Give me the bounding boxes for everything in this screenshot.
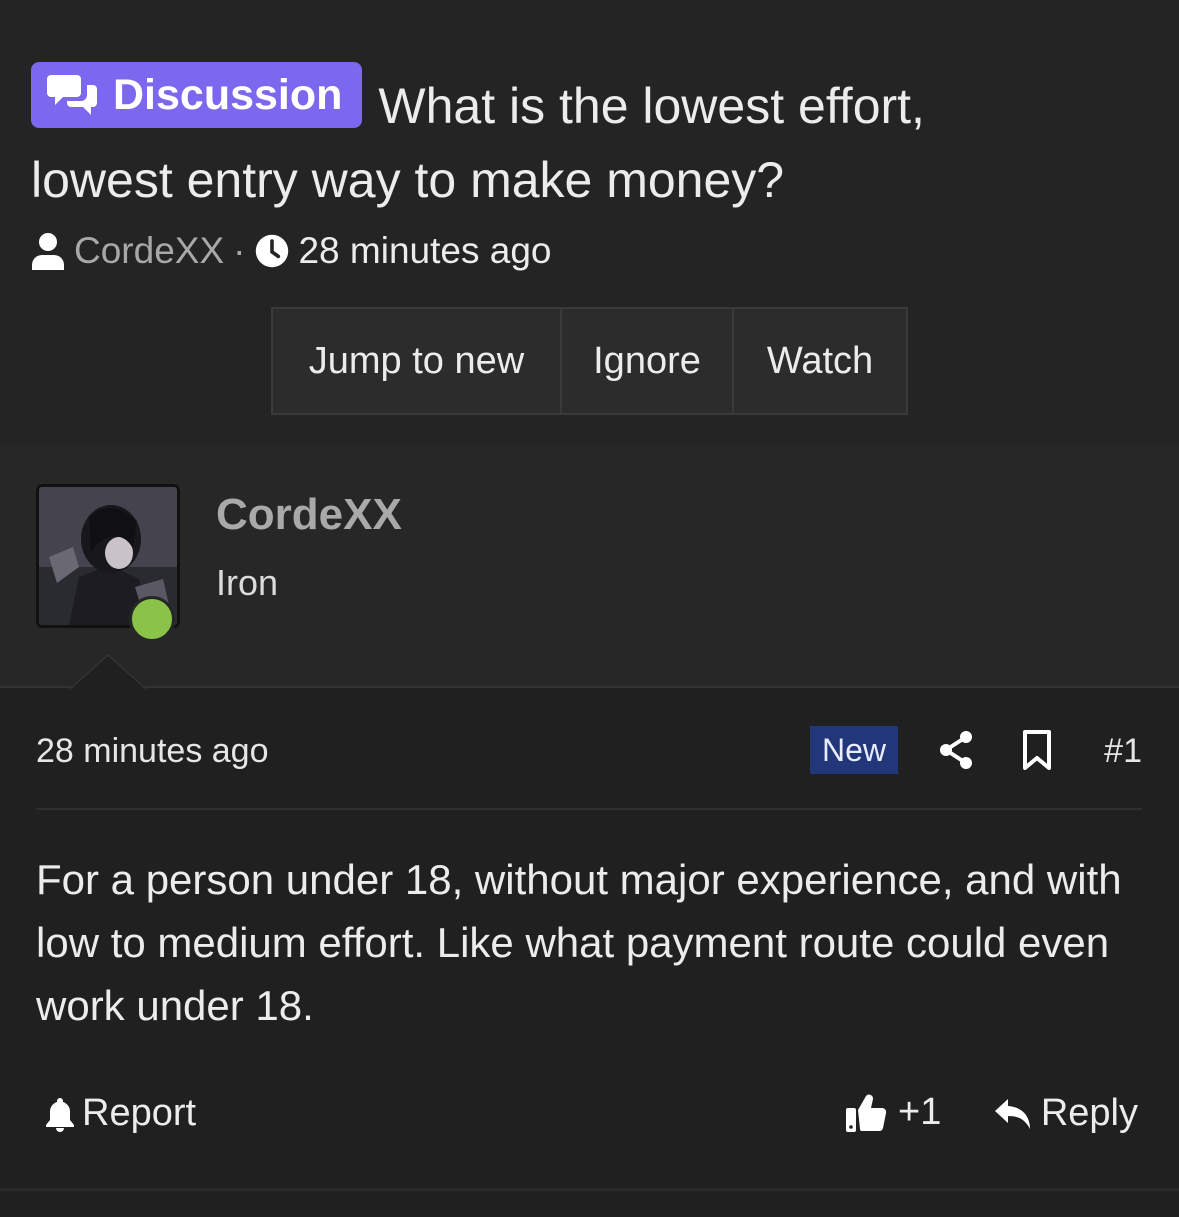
report-label: Report	[82, 1092, 197, 1134]
meta-separator: ·	[233, 230, 246, 271]
reply-arrow-icon	[994, 1098, 1030, 1129]
message-arrow	[70, 656, 146, 690]
watch-button[interactable]: Watch	[734, 309, 906, 413]
share-icon[interactable]	[938, 730, 974, 770]
thumbs-up-icon	[846, 1094, 887, 1132]
ignore-button[interactable]: Ignore	[562, 309, 734, 413]
thread-action-buttons: Jump to new Ignore Watch	[271, 307, 908, 415]
report-button[interactable]: Report	[44, 1092, 196, 1135]
bookmark-icon[interactable]	[1022, 730, 1052, 770]
bell-icon	[46, 1097, 74, 1132]
prefix-label: Discussion	[113, 71, 343, 119]
post-meta: 28 minutes ago New #1	[36, 724, 1142, 810]
post-actions: Report +1 Reply	[36, 1084, 1142, 1144]
reaction-count: +1	[898, 1090, 942, 1133]
reply-label: Reply	[1040, 1092, 1138, 1134]
post: CordeXX Iron 28 minutes ago New #1 For a…	[0, 444, 1179, 1190]
thread-title-block: Discussion What is the lowest effort, lo…	[31, 62, 1031, 217]
post-body: For a person under 18, without major exp…	[36, 856, 1122, 1029]
discussion-prefix-badge[interactable]: Discussion	[31, 62, 363, 128]
post-username[interactable]: CordeXX	[216, 490, 402, 540]
thread-header: Discussion What is the lowest effort, lo…	[0, 0, 1179, 444]
post-number-link[interactable]: #1	[1104, 732, 1142, 771]
user-icon	[32, 233, 64, 270]
reply-button[interactable]: Reply	[993, 1092, 1138, 1135]
post-date-link[interactable]: 28 minutes ago	[36, 732, 269, 771]
thread-time-link[interactable]: 28 minutes ago	[298, 230, 551, 272]
like-button[interactable]: +1	[844, 1090, 941, 1134]
online-status-dot	[129, 596, 175, 642]
clock-icon	[256, 234, 289, 268]
new-badge: New	[810, 726, 899, 774]
post-user-title: Iron	[216, 562, 279, 603]
thread-meta: CordeXX · 28 minutes ago	[30, 228, 551, 274]
bottom-strip	[0, 1191, 1179, 1217]
chat-bubbles-icon	[47, 75, 97, 115]
post-user-block: CordeXX Iron	[0, 444, 1179, 690]
jump-to-new-button[interactable]: Jump to new	[273, 309, 562, 413]
thread-author-link[interactable]: CordeXX	[74, 230, 224, 272]
